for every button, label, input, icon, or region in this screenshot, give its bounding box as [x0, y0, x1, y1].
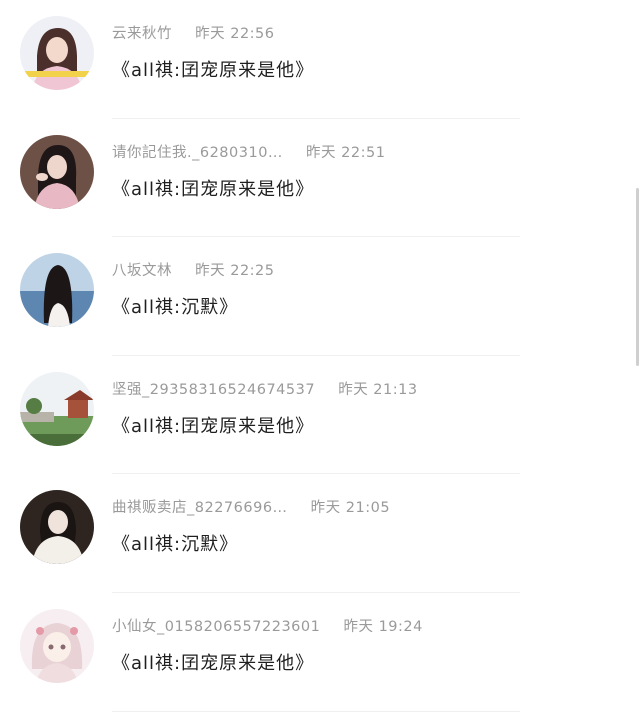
list-item[interactable]: 请你記住我._6280310… 昨天 22:51 《all祺:囝宠原来是他》	[0, 119, 640, 238]
comment-text[interactable]: 《all祺:囝宠原来是他》	[112, 412, 314, 438]
timestamp: 昨天 22:56	[195, 26, 275, 42]
timestamp: 昨天 21:05	[310, 500, 391, 517]
scrollbar[interactable]	[636, 188, 639, 366]
divider	[112, 710, 520, 712]
user-name[interactable]: 请你記住我._6280310…	[112, 145, 283, 161]
avatar[interactable]	[20, 253, 94, 328]
user-name[interactable]: 曲祺贩卖店_82276696…	[112, 500, 288, 516]
user-name[interactable]: 云来秋竹	[112, 26, 172, 42]
timestamp: 昨天 22:25	[195, 263, 275, 280]
avatar[interactable]	[20, 490, 94, 565]
comment-meta: 曲祺贩卖店_82276696… 昨天 21:05	[112, 496, 390, 517]
comment-meta: 八坂文林 昨天 22:25	[112, 259, 275, 280]
timestamp: 昨天 21:13	[338, 381, 418, 398]
timestamp: 昨天 22:51	[306, 144, 386, 161]
anime-girl-avatar-icon	[20, 608, 94, 683]
list-item[interactable]: 曲祺贩卖店_82276696… 昨天 21:05 《all祺:沉默》	[0, 474, 640, 593]
avatar[interactable]	[20, 608, 94, 683]
user-name[interactable]: 八坂文林	[112, 263, 172, 279]
list-item[interactable]: 云来秋竹 昨天 22:56 《all祺:囝宠原来是他》	[0, 0, 640, 119]
avatar[interactable]	[20, 371, 94, 446]
user-name[interactable]: 坚强_29358316524674537	[112, 382, 315, 398]
girl-portrait-avatar-icon	[20, 134, 94, 209]
list-item[interactable]: 小仙女_0158206557223601 昨天 19:24 《all祺:囝宠原来…	[0, 593, 640, 712]
comment-meta: 请你記住我._6280310… 昨天 22:51	[112, 141, 385, 162]
comment-list: 云来秋竹 昨天 22:56 《all祺:囝宠原来是他》 请你記住我._62803…	[0, 0, 640, 712]
girl-seaside-avatar-icon	[20, 253, 94, 328]
girl-portrait-avatar-icon	[20, 16, 94, 90]
girl-portrait-avatar-icon	[20, 490, 94, 565]
avatar[interactable]	[20, 16, 94, 90]
comment-meta: 小仙女_0158206557223601 昨天 19:24	[112, 615, 423, 636]
comment-text[interactable]: 《all祺:囝宠原来是他》	[112, 175, 314, 201]
comment-text[interactable]: 《all祺:囝宠原来是他》	[112, 56, 314, 82]
comment-meta: 坚强_29358316524674537 昨天 21:13	[112, 378, 418, 399]
comment-text[interactable]: 《all祺:囝宠原来是他》	[112, 649, 314, 675]
comment-meta: 云来秋竹 昨天 22:56	[112, 22, 275, 43]
list-item[interactable]: 坚强_29358316524674537 昨天 21:13 《all祺:囝宠原来…	[0, 356, 640, 475]
avatar[interactable]	[20, 134, 94, 209]
user-name[interactable]: 小仙女_0158206557223601	[112, 619, 320, 635]
garden-pavilion-avatar-icon	[20, 371, 94, 446]
timestamp: 昨天 19:24	[343, 618, 423, 635]
list-item[interactable]: 八坂文林 昨天 22:25 《all祺:沉默》	[0, 237, 640, 356]
comment-text[interactable]: 《all祺:沉默》	[112, 293, 238, 319]
comment-text[interactable]: 《all祺:沉默》	[112, 530, 238, 556]
